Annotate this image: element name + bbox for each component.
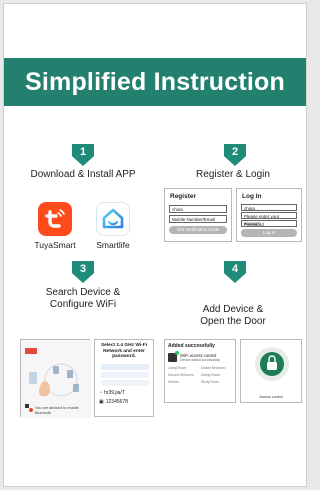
room-item[interactable]: Living Room [168,366,199,371]
login-region-field[interactable]: china [241,204,297,211]
step-4-badge: 4 [224,261,246,283]
step-4-title-line2: Open the Door [200,316,266,327]
wifi-network-name: hr39.jia/T [104,389,125,396]
login-panel: Log In china Please enter your account P… [236,188,302,242]
register-panel: Register china Mobile Number/Email Get V… [164,188,232,242]
open-door-screen: Access control [240,339,302,403]
step-2-badge: 2 [224,144,246,166]
added-title: Added successfully [168,343,215,349]
room-item[interactable]: Study Room [201,380,232,385]
device-row[interactable]: WiFi access control Device added success… [165,351,235,364]
login-title: Log In [242,193,262,200]
step-3-title-line2: Configure WiFi [49,299,117,310]
room-item[interactable]: Master Bedroom [201,366,232,371]
lock-icon: ▣ [99,398,104,405]
room-item[interactable]: Dining Room [201,373,232,378]
wifi-password-row[interactable]: ▣ 12345678 [95,396,153,405]
router-illustration [101,363,149,386]
smartlife-app[interactable]: Smartlife [90,202,136,250]
step-4-title-line1: Add Device & [202,304,264,315]
tuyasmart-label: TuyaSmart [34,240,76,250]
login-button[interactable]: Log In [241,229,297,237]
step-4-title: Add Device & Open the Door [158,304,308,328]
instruction-page: Simplified Instruction 1 Download & Inst… [3,3,307,487]
bluetooth-note: You are advised to enable Bluetooth [35,406,79,415]
mobile-email-field[interactable]: Mobile Number/Email [169,215,227,223]
room-grid: Living Room Master Bedroom Second Bedroo… [165,364,235,387]
wifi-icon: ◔ [99,389,103,396]
step-1-badge: 1 [72,144,94,166]
added-successfully-screen: Added successfully WiFi access control D… [164,339,236,403]
tuya-icon [38,202,72,236]
account-field[interactable]: Please enter your account [241,212,297,226]
step-2-title: Register & Login [196,169,270,180]
device-icon [168,351,179,362]
tuyasmart-app[interactable]: TuyaSmart [32,202,78,250]
wifi-title: Select 2.4 GHz Wi-Fi Network and enter p… [95,340,153,360]
wifi-title-line1: Select 2.4 GHz Wi-Fi [100,343,148,348]
smartlife-house-icon [96,202,130,236]
get-code-button[interactable]: Get Verification Code [169,226,227,234]
step-3-title: Search Device & Configure WiFi [4,287,162,311]
access-control-label: Access control [259,395,283,399]
open-door-lock-illustration [255,347,289,381]
step-3-title-line1: Search Device & [45,287,121,298]
region-field[interactable]: china [169,205,227,213]
wifi-config-screen: Select 2.4 GHz Wi-Fi Network and enter p… [94,339,154,417]
step-1-title: Download & Install APP [30,169,136,180]
wifi-password: 12345678 [105,398,128,405]
room-item[interactable]: Second Bedroom [168,373,199,378]
password-field[interactable]: Password [241,220,297,227]
room-item[interactable]: Kitchen [168,380,199,385]
smartlife-label: Smartlife [96,240,130,250]
register-title: Register [170,193,197,200]
search-device-screen: You are advised to enable Bluetooth [20,339,91,418]
step-3-badge: 3 [72,261,94,283]
page-title: Simplified Instruction [4,58,306,106]
device-sub: Device added successfully [180,358,220,362]
